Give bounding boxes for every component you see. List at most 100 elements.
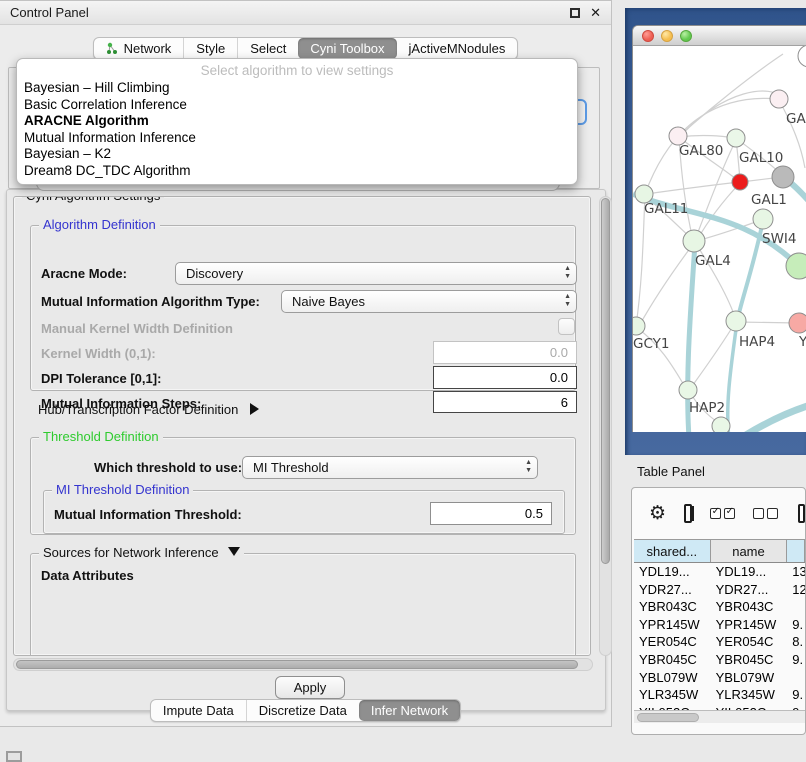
which-threshold-combo[interactable]: MI Threshold ▲▼ <box>242 456 538 479</box>
bottom-tab-bar: Impute Data Discretize Data Infer Networ… <box>0 699 611 722</box>
dpi-tolerance-label: DPI Tolerance [0,1]: <box>41 371 161 386</box>
tab-style-label: Style <box>196 41 225 56</box>
minimize-traffic-light-icon[interactable] <box>661 30 673 42</box>
node-hap2[interactable] <box>679 381 697 399</box>
column-header-shared[interactable]: shared... <box>634 540 711 562</box>
dropdown-item-selected[interactable]: ARACNE Algorithm <box>17 113 577 130</box>
settings-horizontal-scrollbar[interactable] <box>13 658 593 671</box>
node-label: Y <box>798 334 806 350</box>
node-table: shared... name YDL19...YDL19...13 YDR27.… <box>634 539 805 721</box>
table-panel: ⚙ shared... name YDL19...YDL19...13 YDR2… <box>631 487 806 735</box>
node-gray[interactable] <box>772 166 794 188</box>
network-icon <box>106 42 119 55</box>
table-row[interactable]: YPR145WYPR145W9. <box>634 616 805 634</box>
dpi-tolerance-field[interactable]: 0.0 <box>433 366 577 389</box>
node-gal1[interactable] <box>732 174 748 190</box>
algorithm-dropdown-popup: Select algorithm to view settings Bayesi… <box>16 58 578 185</box>
collapse-down-icon[interactable] <box>228 547 240 556</box>
settings-vertical-scrollbar[interactable] <box>599 196 612 656</box>
node-gal10[interactable] <box>727 129 745 147</box>
threshold-definition-title: Threshold Definition <box>39 429 163 444</box>
table-body: YDL19...YDL19...13 YDR27...YDR27...12 YB… <box>634 563 805 721</box>
tab-select[interactable]: Select <box>237 38 298 59</box>
mi-threshold-group: MI Threshold Definition Mutual Informati… <box>43 490 565 534</box>
aracne-mode-combo[interactable]: Discovery ▲▼ <box>175 262 577 285</box>
table-row[interactable]: YER054CYER054C8. <box>634 633 805 651</box>
data-attributes-label: Data Attributes <box>41 568 134 583</box>
tab-jactivemnodules-label: jActiveMNodules <box>409 41 506 56</box>
tab-impute-data-label: Impute Data <box>163 703 234 718</box>
tab-discretize-data-label: Discretize Data <box>259 703 347 718</box>
cyni-algorithm-settings-group: Cyni Algorithm Settings Algorithm Defini… <box>13 196 591 656</box>
node-gal-partial[interactable] <box>770 90 788 108</box>
node-label: GAL10 <box>739 150 783 166</box>
network-canvas[interactable]: GAL GAL80 GAL10 GAL1 GAL11 SWI4 GAL4 HAP… <box>633 46 806 432</box>
table-row[interactable]: YBR045CYBR045C9. <box>634 651 805 669</box>
mi-steps-field[interactable]: 6 <box>433 391 577 413</box>
tab-cyni-toolbox-label: Cyni Toolbox <box>310 41 384 56</box>
table-row[interactable]: YDR27...YDR27...12 <box>634 581 805 599</box>
deselect-all-checkboxes-icon[interactable] <box>753 508 778 519</box>
node-partial[interactable] <box>798 46 806 67</box>
apply-button[interactable]: Apply <box>275 676 345 699</box>
columns-icon[interactable] <box>684 504 692 523</box>
mi-threshold-field[interactable]: 0.5 <box>430 502 552 525</box>
which-threshold-value: MI Threshold <box>253 460 329 475</box>
threshold-definition-group: Threshold Definition Which threshold to … <box>30 437 576 535</box>
document-icon[interactable] <box>798 504 805 523</box>
tab-network-label: Network <box>124 41 172 56</box>
column-header-cut[interactable] <box>787 540 805 562</box>
tab-jactivemnodules[interactable]: jActiveMNodules <box>397 38 518 59</box>
node-swi4[interactable] <box>753 209 773 229</box>
node-label: GAL80 <box>679 143 723 159</box>
node-salmon[interactable] <box>789 313 806 333</box>
mi-threshold-label: Mutual Information Threshold: <box>54 507 242 522</box>
kernel-width-label: Kernel Width (0,1): <box>41 346 156 361</box>
node-label: GAL <box>786 111 806 127</box>
column-header-name[interactable]: name <box>711 540 788 562</box>
close-icon[interactable]: ✕ <box>590 5 601 21</box>
which-threshold-label: Which threshold to use: <box>94 460 242 475</box>
settings-panel: Cyni Algorithm Settings Algorithm Defini… <box>6 189 606 711</box>
hub-definition-row[interactable]: Hub/Transcription Factor Definition <box>38 402 259 417</box>
close-traffic-light-icon[interactable] <box>642 30 654 42</box>
tab-cyni-toolbox[interactable]: Cyni Toolbox <box>298 38 396 59</box>
table-horizontal-scrollbar[interactable] <box>634 710 806 723</box>
dropdown-placeholder: Select algorithm to view settings <box>17 61 577 80</box>
node-label: HAP2 <box>689 400 725 416</box>
dropdown-item[interactable]: Basic Correlation Inference <box>17 97 577 114</box>
network-view-frame: GAL GAL80 GAL10 GAL1 GAL11 SWI4 GAL4 HAP… <box>625 8 806 455</box>
tab-infer-network[interactable]: Infer Network <box>359 700 460 721</box>
node-labels: GAL GAL80 GAL10 GAL1 GAL11 SWI4 GAL4 HAP… <box>633 111 806 416</box>
select-all-checkboxes-icon[interactable] <box>710 508 735 519</box>
float-panel-icon[interactable] <box>570 8 580 18</box>
zoom-traffic-light-icon[interactable] <box>680 30 692 42</box>
tab-network[interactable]: Network <box>94 38 184 59</box>
dropdown-item[interactable]: Dream8 DC_TDC Algorithm <box>17 163 577 180</box>
dropdown-item[interactable]: Mutual Information Inference <box>17 130 577 147</box>
node-gal4[interactable] <box>683 230 705 252</box>
expand-right-icon[interactable] <box>250 403 259 415</box>
stepper-arrows-icon: ▲▼ <box>525 459 532 475</box>
mi-algorithm-type-label: Mutual Information Algorithm Type: <box>41 294 260 309</box>
table-row[interactable]: YDL19...YDL19...13 <box>634 563 805 581</box>
tab-impute-data[interactable]: Impute Data <box>151 700 246 721</box>
tab-discretize-data[interactable]: Discretize Data <box>246 700 359 721</box>
control-panel-title: Control Panel <box>10 5 570 20</box>
control-panel-window: Control Panel ✕ Network Style <box>0 0 612 727</box>
table-row[interactable]: YBL079WYBL079W <box>634 669 805 687</box>
node-hap4[interactable] <box>726 311 746 331</box>
sources-title-row: Sources for Network Inference <box>39 545 244 560</box>
kernel-width-field[interactable]: 0.0 <box>433 341 577 364</box>
cyni-algorithm-settings-title: Cyni Algorithm Settings <box>22 196 164 203</box>
floating-panel-icon[interactable] <box>6 751 22 762</box>
dropdown-item[interactable]: Bayesian – Hill Climbing <box>17 80 577 97</box>
manual-kernel-width-checkbox[interactable] <box>558 318 575 335</box>
node-bottom-partial[interactable] <box>712 417 730 432</box>
gear-icon[interactable]: ⚙ <box>649 502 666 525</box>
tab-style[interactable]: Style <box>183 38 237 59</box>
dropdown-item[interactable]: Bayesian – K2 <box>17 146 577 163</box>
table-row[interactable]: YBR043CYBR043C <box>634 598 805 616</box>
mi-algorithm-type-combo[interactable]: Naive Bayes ▲▼ <box>281 290 577 313</box>
table-row[interactable]: YLR345WYLR345W9. <box>634 686 805 704</box>
